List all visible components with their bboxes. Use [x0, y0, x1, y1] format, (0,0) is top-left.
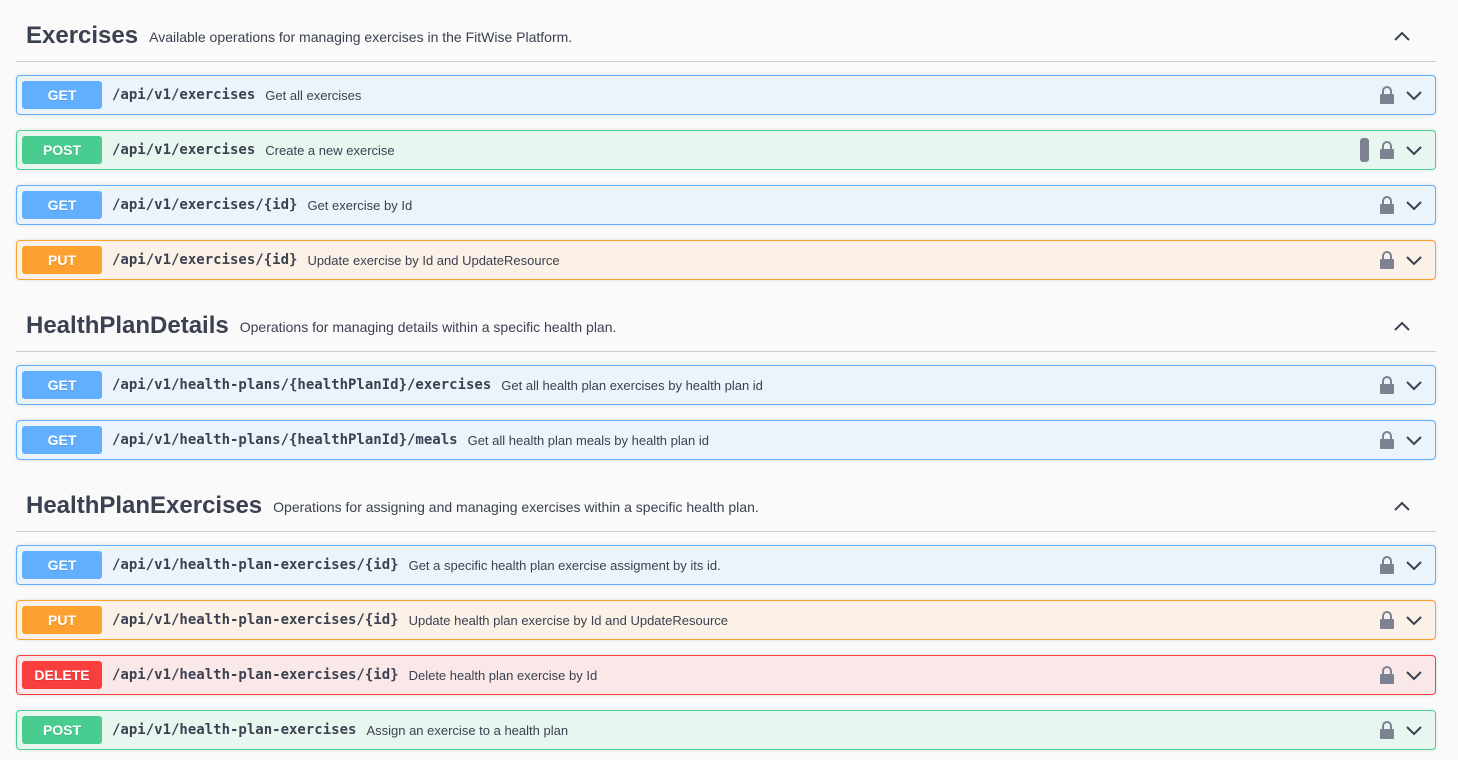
operation-summary: Get all health plan meals by health plan… — [467, 432, 709, 448]
operation-summary: Assign an exercise to a health plan — [366, 722, 569, 738]
operation-get-exercise-by-id[interactable]: GET /api/v1/exercises/{id} Get exercise … — [16, 185, 1436, 225]
method-badge: GET — [22, 81, 102, 109]
tag-description: Operations for assigning and managing ex… — [273, 499, 759, 515]
operation-put-health-plan-exercise[interactable]: PUT /api/v1/health-plan-exercises/{id} U… — [16, 600, 1436, 640]
chevron-down-icon[interactable] — [1405, 252, 1423, 270]
method-badge: POST — [22, 716, 102, 744]
operation-summary: Update health plan exercise by Id and Up… — [408, 612, 729, 628]
chevron-down-icon[interactable] — [1405, 377, 1423, 395]
method-badge: GET — [22, 191, 102, 219]
method-badge: DELETE — [22, 661, 102, 689]
method-badge: GET — [22, 426, 102, 454]
operation-summary: Get exercise by Id — [307, 197, 413, 213]
method-badge: PUT — [22, 246, 102, 274]
tag-description: Operations for managing details within a… — [239, 319, 617, 335]
operation-summary: Get all exercises — [265, 87, 362, 103]
chevron-up-icon[interactable] — [1392, 316, 1412, 336]
method-badge: GET — [22, 371, 102, 399]
chevron-down-icon[interactable] — [1405, 197, 1423, 215]
lock-icon[interactable] — [1379, 195, 1395, 215]
chevron-down-icon[interactable] — [1405, 612, 1423, 630]
lock-icon[interactable] — [1379, 720, 1395, 740]
operation-path: /api/v1/health-plan-exercises/{id} — [112, 667, 399, 683]
method-badge: PUT — [22, 606, 102, 634]
chevron-up-icon[interactable] — [1392, 496, 1412, 516]
operation-get-health-plan-meals[interactable]: GET /api/v1/health-plans/{healthPlanId}/… — [16, 420, 1436, 460]
operation-get-health-plan-exercise-by-id[interactable]: GET /api/v1/health-plan-exercises/{id} G… — [16, 545, 1436, 585]
chevron-down-icon[interactable] — [1405, 142, 1423, 160]
tag-section-healthplandetails: HealthPlanDetails Operations for managin… — [16, 300, 1436, 460]
chevron-down-icon[interactable] — [1405, 432, 1423, 450]
operation-path: /api/v1/health-plans/{healthPlanId}/exer… — [112, 377, 492, 393]
lock-icon[interactable] — [1379, 375, 1395, 395]
tag-name: Exercises — [26, 21, 139, 49]
chevron-down-icon[interactable] — [1405, 667, 1423, 685]
operation-path: /api/v1/health-plan-exercises/{id} — [112, 612, 399, 628]
operation-path: /api/v1/health-plans/{healthPlanId}/meal… — [112, 432, 458, 448]
tag-section-healthplanexercises: HealthPlanExercises Operations for assig… — [16, 480, 1436, 750]
lock-icon[interactable] — [1379, 665, 1395, 685]
chevron-up-icon[interactable] — [1392, 26, 1412, 46]
operation-get-health-plan-exercises[interactable]: GET /api/v1/health-plans/{healthPlanId}/… — [16, 365, 1436, 405]
chevron-down-icon[interactable] — [1405, 722, 1423, 740]
operation-put-exercise[interactable]: PUT /api/v1/exercises/{id} Update exerci… — [16, 240, 1436, 280]
operation-post-exercises[interactable]: POST /api/v1/exercises Create a new exer… — [16, 130, 1436, 170]
lock-icon[interactable] — [1379, 610, 1395, 630]
operation-summary: Get a specific health plan exercise assi… — [408, 557, 721, 573]
operation-summary: Get all health plan exercises by health … — [501, 377, 763, 393]
lock-icon[interactable] — [1379, 140, 1395, 160]
method-badge: GET — [22, 551, 102, 579]
operation-path: /api/v1/exercises/{id} — [112, 252, 298, 268]
operation-path: /api/v1/exercises — [112, 142, 256, 158]
tag-header-healthplanexercises[interactable]: HealthPlanExercises Operations for assig… — [16, 480, 1436, 532]
chevron-down-icon[interactable] — [1405, 557, 1423, 575]
tag-description: Available operations for managing exerci… — [149, 29, 573, 45]
chevron-down-icon[interactable] — [1405, 87, 1423, 105]
operation-delete-health-plan-exercise[interactable]: DELETE /api/v1/health-plan-exercises/{id… — [16, 655, 1436, 695]
lock-icon[interactable] — [1379, 85, 1395, 105]
copy-path-icon[interactable] — [1360, 138, 1369, 162]
operation-post-health-plan-exercise[interactable]: POST /api/v1/health-plan-exercises Assig… — [16, 710, 1436, 750]
operation-summary: Create a new exercise — [265, 142, 395, 158]
lock-icon[interactable] — [1379, 430, 1395, 450]
tag-name: HealthPlanExercises — [26, 491, 263, 519]
lock-icon[interactable] — [1379, 555, 1395, 575]
lock-icon[interactable] — [1379, 250, 1395, 270]
operation-summary: Update exercise by Id and UpdateResource — [307, 252, 560, 268]
tag-name: HealthPlanDetails — [26, 311, 229, 339]
operation-path: /api/v1/health-plan-exercises/{id} — [112, 557, 399, 573]
tag-header-exercises[interactable]: Exercises Available operations for manag… — [16, 10, 1436, 62]
operation-path: /api/v1/exercises/{id} — [112, 197, 298, 213]
tag-section-exercises: Exercises Available operations for manag… — [16, 10, 1436, 280]
method-badge: POST — [22, 136, 102, 164]
operation-path: /api/v1/exercises — [112, 87, 256, 103]
operation-get-exercises[interactable]: GET /api/v1/exercises Get all exercises — [16, 75, 1436, 115]
tag-header-healthplandetails[interactable]: HealthPlanDetails Operations for managin… — [16, 300, 1436, 352]
operation-summary: Delete health plan exercise by Id — [408, 667, 598, 683]
operation-path: /api/v1/health-plan-exercises — [112, 722, 357, 738]
